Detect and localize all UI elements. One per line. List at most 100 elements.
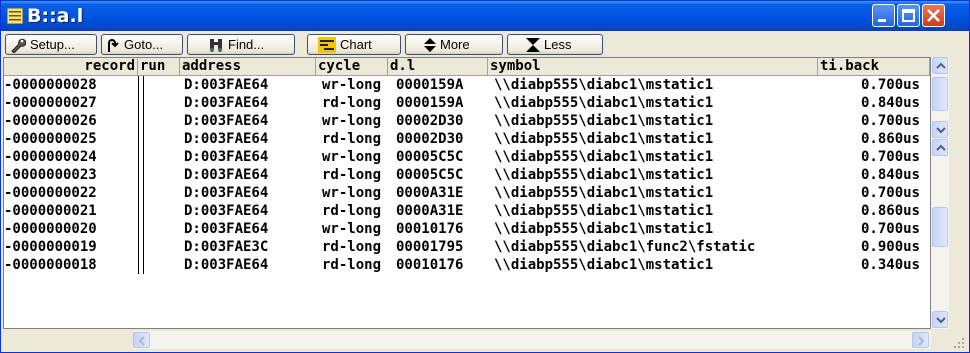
- tiback-cell: 0.700us: [860, 185, 920, 201]
- toolbar: Setup... Goto... Find... Chart More Less: [1, 31, 969, 57]
- chevron-right-icon: [918, 336, 925, 346]
- scroll-thumb[interactable]: [932, 207, 948, 247]
- run-cell: [138, 112, 144, 130]
- col-run[interactable]: run: [138, 58, 180, 75]
- data-cell: 00010176: [396, 257, 464, 273]
- symbol-cell: \\diabp555\diabc1\mstatic1: [494, 77, 714, 93]
- table-rows: -0000000028 D:003FAE64 wr-long 0000159A \\di…: [4, 76, 930, 274]
- table-row[interactable]: -0000000019 D:003FAE3C rd-long 00001795 \\di…: [4, 238, 930, 256]
- minimize-icon: [878, 19, 886, 22]
- record-cell: -0000000021: [4, 203, 97, 219]
- data-cell: 00001795: [396, 239, 464, 255]
- minimize-button[interactable]: [872, 4, 895, 27]
- record-cell: -0000000022: [4, 185, 97, 201]
- chevron-up-icon: [936, 144, 946, 151]
- vertical-scrollbar[interactable]: [931, 57, 949, 329]
- scroll-right-button[interactable]: [912, 332, 929, 348]
- chart-label: Chart: [340, 37, 372, 52]
- tiback-cell: 0.700us: [860, 149, 920, 165]
- run-cell: [138, 76, 144, 94]
- trace-table: record run address cycle d.l symbol ti.b…: [3, 57, 931, 329]
- record-cell: -0000000019: [4, 239, 97, 255]
- table-row[interactable]: -0000000026 D:003FAE64 wr-long 00002D30 \\di…: [4, 112, 930, 130]
- data-cell: 0000159A: [396, 95, 464, 111]
- run-cell: [138, 130, 144, 148]
- col-tiback[interactable]: ti.back: [818, 58, 930, 75]
- close-button[interactable]: [922, 4, 945, 27]
- maximize-button[interactable]: [897, 4, 920, 27]
- record-cell: -0000000018: [4, 257, 97, 273]
- scroll-down-button[interactable]: [932, 311, 948, 328]
- symbol-cell: \\diabp555\diabc1\mstatic1: [494, 149, 714, 165]
- scroll-up-button[interactable]: [932, 57, 948, 74]
- data-cell: 0000A31E: [396, 185, 464, 201]
- window-title: B::a.l: [27, 5, 84, 27]
- less-button[interactable]: Less: [507, 34, 603, 55]
- address-cell: D:003FAE64: [184, 149, 269, 165]
- data-cell: 00002D30: [396, 113, 464, 129]
- scroll-thumb[interactable]: [932, 77, 948, 111]
- address-cell: D:003FAE64: [184, 185, 269, 201]
- chart-button[interactable]: Chart: [307, 34, 401, 55]
- more-button[interactable]: More: [405, 34, 503, 55]
- col-record[interactable]: record: [4, 58, 138, 75]
- address-cell: D:003FAE64: [184, 221, 269, 237]
- maximize-icon: [902, 9, 915, 22]
- tiback-cell: 0.840us: [860, 95, 920, 111]
- close-icon: [927, 9, 940, 22]
- resize-grip-icon[interactable]: [949, 333, 967, 351]
- scroll-down-button[interactable]: [932, 121, 948, 138]
- table-row[interactable]: -0000000018 D:003FAE64 rd-long 00010176 \\di…: [4, 256, 930, 274]
- col-symbol[interactable]: symbol: [488, 58, 818, 75]
- run-cell: [138, 148, 144, 166]
- address-cell: D:003FAE64: [184, 203, 269, 219]
- horizontal-scrollbar[interactable]: [133, 331, 931, 349]
- symbol-cell: \\diabp555\diabc1\mstatic1: [494, 131, 714, 147]
- scroll-left-button[interactable]: [133, 332, 150, 348]
- table-row[interactable]: -0000000027 D:003FAE64 rd-long 0000159A \\di…: [4, 94, 930, 112]
- more-label: More: [440, 37, 470, 52]
- cycle-cell: rd-long: [322, 167, 382, 183]
- tiback-cell: 0.860us: [860, 131, 920, 147]
- symbol-cell: \\diabp555\diabc1\mstatic1: [494, 113, 714, 129]
- find-button[interactable]: Find...: [187, 34, 295, 55]
- data-cell: 00002D30: [396, 131, 464, 147]
- run-cell: [138, 184, 144, 202]
- table-row[interactable]: -0000000028 D:003FAE64 wr-long 0000159A \\di…: [4, 76, 930, 94]
- symbol-cell: \\diabp555\diabc1\func2\fstatic: [494, 239, 756, 255]
- data-cell: 00005C5C: [396, 167, 464, 183]
- tiback-cell: 0.700us: [860, 113, 920, 129]
- col-data[interactable]: d.l: [388, 58, 488, 75]
- address-cell: D:003FAE64: [184, 131, 269, 147]
- symbol-cell: \\diabp555\diabc1\mstatic1: [494, 203, 714, 219]
- trace-list-window: B::a.l Setup... Goto... Find... Chart Mo…: [0, 0, 970, 353]
- chart-icon: [318, 36, 336, 53]
- tiback-cell: 0.340us: [860, 257, 920, 273]
- table-row[interactable]: -0000000023 D:003FAE64 rd-long 00005C5C \\di…: [4, 166, 930, 184]
- run-cell: [138, 202, 144, 220]
- cycle-cell: rd-long: [322, 95, 382, 111]
- binoculars-icon: [210, 38, 222, 52]
- scroll-up-button[interactable]: [932, 139, 948, 156]
- table-row[interactable]: -0000000025 D:003FAE64 rd-long 00002D30 \\di…: [4, 130, 930, 148]
- table-row[interactable]: -0000000024 D:003FAE64 wr-long 00005C5C \\di…: [4, 148, 930, 166]
- goto-button[interactable]: Goto...: [101, 34, 183, 55]
- table-row[interactable]: -0000000022 D:003FAE64 wr-long 0000A31E \\di…: [4, 184, 930, 202]
- cycle-cell: wr-long: [322, 113, 382, 129]
- col-address[interactable]: address: [180, 58, 316, 75]
- table-header: record run address cycle d.l symbol ti.b…: [4, 58, 930, 76]
- cycle-cell: rd-long: [322, 257, 382, 273]
- table-row[interactable]: -0000000021 D:003FAE64 rd-long 0000A31E \\di…: [4, 202, 930, 220]
- col-cycle[interactable]: cycle: [316, 58, 388, 75]
- data-cell: 00010176: [396, 221, 464, 237]
- setup-button[interactable]: Setup...: [5, 34, 97, 55]
- setup-label: Setup...: [30, 37, 75, 52]
- record-cell: -0000000024: [4, 149, 97, 165]
- run-cell: [138, 166, 144, 184]
- cycle-cell: rd-long: [322, 203, 382, 219]
- goto-label: Goto...: [124, 37, 164, 52]
- tiback-cell: 0.700us: [860, 77, 920, 93]
- address-cell: D:003FAE64: [184, 167, 269, 183]
- table-row[interactable]: -0000000020 D:003FAE64 wr-long 00010176 \\di…: [4, 220, 930, 238]
- title-bar[interactable]: B::a.l: [1, 1, 969, 31]
